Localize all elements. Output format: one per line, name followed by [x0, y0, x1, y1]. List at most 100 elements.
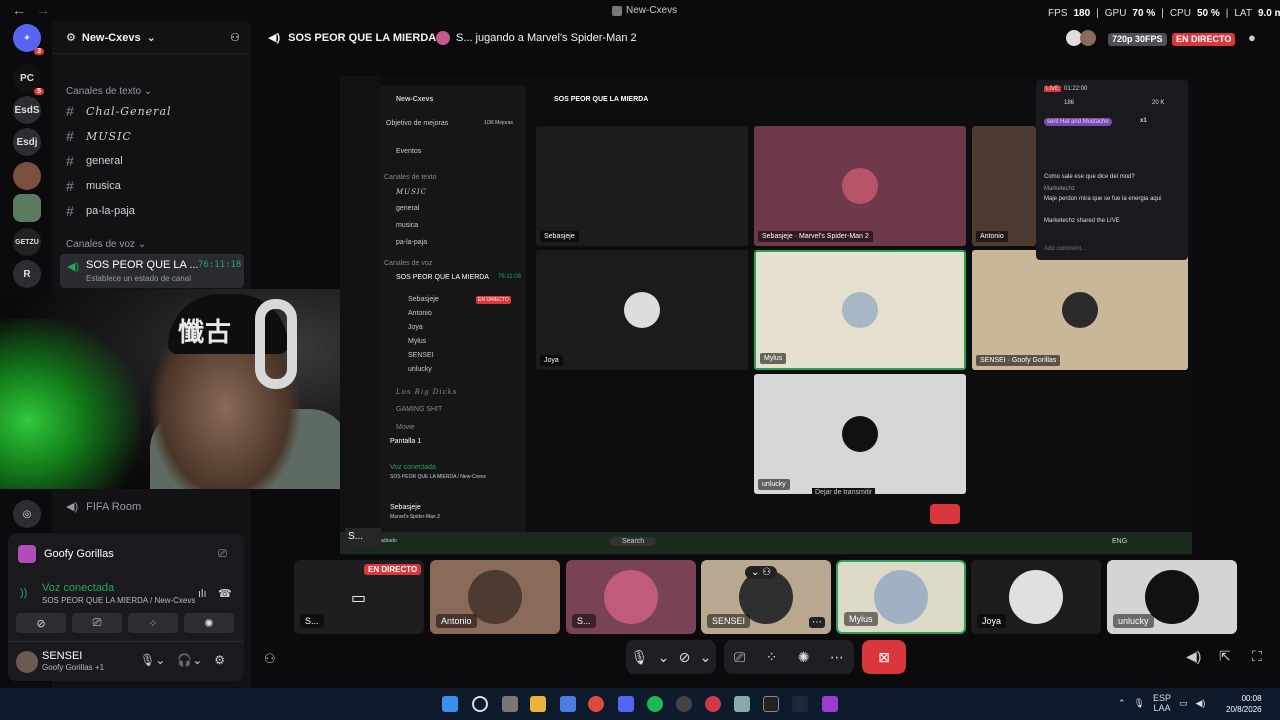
channel-chal-general[interactable]: # Chal-General — [66, 100, 172, 122]
tile-sensei[interactable]: SENSEI ⌄ ⚇ ⋯ — [701, 560, 831, 634]
chrome-icon[interactable] — [588, 696, 604, 712]
discord-icon[interactable] — [618, 696, 634, 712]
stream-tile-small[interactable]: S... — [345, 528, 381, 548]
fullscreen-icon[interactable]: ⛶ — [1252, 648, 1262, 665]
settings-icon[interactable] — [734, 696, 750, 712]
pin-controls[interactable]: ⌄ ⚇ — [745, 566, 778, 579]
server-r[interactable]: R — [13, 260, 41, 288]
user-controls: 🎙⌄ 🎧⌄ ⚙ — [140, 653, 225, 667]
activities-icon[interactable]: ⁘ — [766, 649, 778, 666]
channel-musica[interactable]: # musica — [66, 175, 121, 197]
disconnect-icon[interactable]: ☎ — [218, 587, 232, 600]
task-view-icon[interactable] — [502, 696, 518, 712]
mic-icon[interactable]: 🎙⌄ — [140, 653, 165, 667]
soundboard-button[interactable]: ✺ — [184, 613, 234, 633]
voice-channel-active[interactable]: ◀) SOS PEOR QUE LA ... 76:11:18 Establec… — [60, 254, 244, 288]
nested-sidebar: New-Cxevs Objetivo de mejoras 1/36 Mejor… — [380, 86, 526, 532]
hash-icon: # — [66, 153, 74, 169]
more-icon[interactable]: ⋯ — [830, 649, 844, 666]
server-esdj[interactable]: Esdj — [13, 128, 41, 156]
search-icon[interactable] — [472, 696, 488, 712]
soundboard-icon[interactable]: ılı — [198, 588, 207, 600]
soundboard-icon[interactable]: ✺ — [798, 649, 810, 666]
server-avatar[interactable] — [13, 162, 41, 190]
camera-off-button[interactable]: ⊘ — [16, 613, 66, 633]
chevron-down-icon[interactable]: ⌄ — [658, 649, 670, 666]
avatar[interactable] — [1080, 30, 1096, 46]
server-header[interactable]: ⚙ New-Cxevs ⌄ ⚇ — [52, 22, 250, 54]
store-icon[interactable] — [560, 696, 576, 712]
tile-sebas[interactable]: S... — [566, 560, 696, 634]
chat-icon[interactable]: ● — [1248, 30, 1256, 45]
speaker-icon: ◀) — [268, 32, 281, 44]
voice-category[interactable]: Canales de voz ⌄ — [66, 239, 146, 250]
fps-value: 180 — [1073, 8, 1091, 19]
tile-joya[interactable]: Joya — [971, 560, 1101, 634]
voice-channel-fifa[interactable]: ◀) FIFA Room — [66, 500, 141, 514]
tile-stream[interactable]: EN DIRECTO ▭ S... — [294, 560, 424, 634]
channel-pa-la-paja[interactable]: # pa-la-paja — [66, 200, 135, 222]
leave-call-button[interactable]: ⊠ — [862, 640, 906, 674]
channel-music[interactable]: # MUSIC — [66, 125, 132, 147]
screenshare-stream[interactable]: New-Cxevs Objetivo de mejoras 1/36 Mejor… — [340, 76, 1192, 556]
lat-value: 9.0 ms — [1257, 8, 1280, 19]
voice-path[interactable]: SOS PEOR QUE LA MIERDA / New-Cxevs — [42, 596, 195, 605]
start-icon[interactable] — [442, 696, 458, 712]
channel-general[interactable]: # general — [66, 150, 123, 172]
headset-icon[interactable]: 🎧⌄ — [177, 653, 202, 667]
app-icon[interactable] — [822, 696, 838, 712]
spotify-icon[interactable] — [647, 696, 663, 712]
screenshare-button[interactable]: ⎚ — [72, 613, 122, 633]
network-icon[interactable]: ▭ — [1179, 698, 1188, 709]
voice-connected-label[interactable]: Voz conectada — [42, 582, 114, 594]
back-arrow-icon[interactable]: ← — [12, 2, 26, 18]
volume-icon[interactable]: ◀) — [1196, 698, 1206, 709]
text-category[interactable]: Canales de texto ⌄ — [66, 86, 152, 97]
nested-tile-mylus[interactable]: Mylus — [754, 250, 966, 370]
chevron-up-icon[interactable]: ⌃ — [1118, 698, 1126, 709]
server-getzu[interactable]: GETZU — [13, 228, 41, 256]
mic-icon[interactable]: 🎙 — [1134, 698, 1145, 709]
nested-stream-tile[interactable]: Sebasjeje — [536, 126, 748, 246]
avatar[interactable] — [16, 651, 38, 673]
activity-controls: ⎚ ⁘ ✺ ⋯ — [724, 640, 854, 674]
steam-icon[interactable] — [792, 696, 808, 712]
hash-icon: # — [66, 178, 74, 194]
tile-mylus[interactable]: Mylus — [836, 560, 966, 634]
server-selected[interactable] — [13, 194, 41, 222]
tile-unlucky[interactable]: unlucky — [1107, 560, 1237, 634]
tile-antonio[interactable]: Antonio — [430, 560, 560, 634]
activity-icon[interactable]: ⎚ — [218, 548, 227, 561]
more-options-icon[interactable]: ⋯ — [809, 617, 825, 628]
nested-tile-unlucky[interactable]: unlucky — [754, 374, 966, 494]
github-icon[interactable] — [676, 696, 692, 712]
discord-home-icon[interactable]: ✦ 3 — [13, 24, 44, 55]
nested-tile-joya[interactable]: Joya — [536, 250, 748, 370]
language-indicator[interactable]: ESP LAA — [1153, 693, 1171, 713]
camera-off-icon[interactable]: ⊘ — [679, 649, 691, 666]
activity-row[interactable]: Goofy Gorillas ⎚ — [18, 545, 227, 563]
server-pcw[interactable]: PC 5 — [13, 64, 44, 95]
opera-icon[interactable] — [705, 696, 721, 712]
forward-arrow-icon[interactable]: → — [36, 2, 50, 18]
tile-label: S... — [300, 614, 324, 628]
add-person-icon[interactable]: ⚇ — [264, 651, 276, 667]
mic-icon[interactable]: 🎙 — [631, 649, 649, 666]
activities-button[interactable]: ⁘ — [128, 613, 178, 633]
add-member-icon[interactable]: ⚇ — [230, 31, 240, 44]
chevron-down-icon[interactable]: ⌄ — [700, 649, 712, 666]
discover-icon[interactable]: ◎ — [13, 500, 41, 528]
tile-label: SENSEI · Goofy Gorillas — [976, 355, 1061, 366]
clock[interactable]: 00:08 20/8/2026 — [1226, 693, 1262, 715]
nested-tile-antonio[interactable]: Antonio — [972, 126, 1036, 246]
nested-tile-sebas[interactable]: Sebasjeje · Marvel's Spider-Man 2 — [754, 126, 966, 246]
channel-status: Establece un estado de canal — [86, 274, 191, 283]
popout-icon[interactable]: ⇱ — [1219, 648, 1231, 665]
screenshare-icon[interactable]: ⎚ — [734, 649, 745, 666]
file-explorer-icon[interactable] — [530, 696, 546, 712]
nested-tile-sensei[interactable]: SENSEI · Goofy Gorillas — [972, 250, 1188, 370]
server-esds[interactable]: EsdS — [13, 96, 41, 124]
epic-games-icon[interactable] — [763, 696, 779, 712]
settings-gear-icon[interactable]: ⚙ — [214, 653, 225, 667]
volume-icon[interactable]: ◀) — [1186, 648, 1201, 665]
